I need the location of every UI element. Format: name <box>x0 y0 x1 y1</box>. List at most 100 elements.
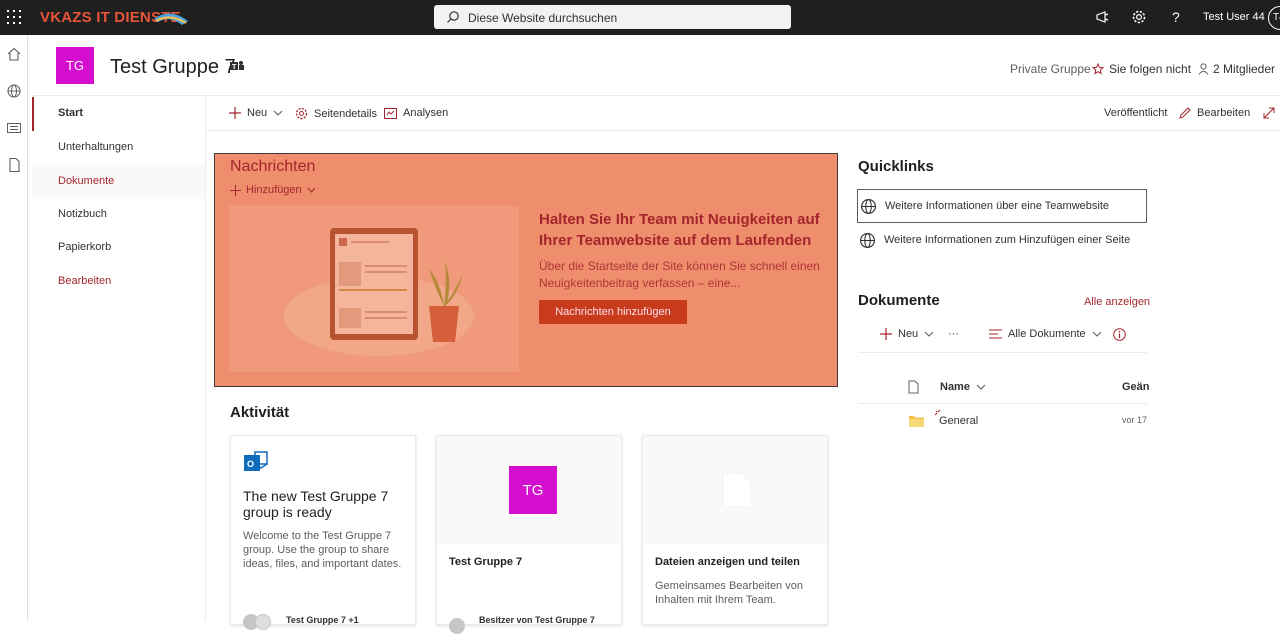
news-webpart[interactable]: Nachrichten Hinzufügen Halten Sie Ihr Te… <box>214 153 838 387</box>
edit-page-label: Bearbeiten <box>1197 107 1251 119</box>
search-icon <box>447 11 459 23</box>
expand-icon[interactable] <box>1263 107 1275 119</box>
card-avatar <box>449 618 465 634</box>
news-add-label: Hinzufügen <box>246 184 302 196</box>
card-avatars <box>243 614 273 630</box>
tablet-plant-illustration <box>284 228 474 356</box>
file-type-icon <box>908 380 919 394</box>
user-avatar[interactable]: T4 <box>1268 6 1280 30</box>
globe-icon <box>861 198 876 214</box>
nav-item-papierkorb[interactable]: Papierkorb <box>32 231 205 265</box>
activity-card-files[interactable]: Dateien anzeigen und teilen Gemeinsames … <box>642 435 828 625</box>
command-bar: Neu Seitendetails Analysen Veröffentlich… <box>206 96 1280 131</box>
quicklink-item[interactable]: Weitere Informationen über eine Teamwebs… <box>857 189 1147 223</box>
svg-text:O: O <box>247 459 254 469</box>
members-label: 2 Mitglieder <box>1213 62 1276 76</box>
search-box[interactable]: Diese Website durchsuchen <box>434 5 791 29</box>
follow-button[interactable]: Sie folgen nicht <box>1092 62 1191 76</box>
site-navigation: Start Unterhaltungen Dokumente Notizbuch… <box>32 96 206 621</box>
site-title[interactable]: Test Gruppe 7 <box>110 56 236 79</box>
news-add-button[interactable]: Hinzufügen <box>230 184 316 196</box>
edit-page-button[interactable]: Bearbeiten <box>1179 107 1250 119</box>
privacy-label: Private Gruppe <box>1010 62 1091 76</box>
quicklinks-title: Quicklinks <box>858 158 934 175</box>
chevron-down-icon <box>1092 331 1102 337</box>
new-label: Neu <box>247 107 268 119</box>
teams-icon[interactable]: T <box>230 60 244 72</box>
globe-icon <box>860 232 875 248</box>
plus-icon <box>880 328 892 340</box>
card-body: Gemeinsames Bearbeiten von Inhalten mit … <box>655 580 803 606</box>
nav-edit-link[interactable]: Bearbeiten <box>32 265 205 299</box>
news-icon[interactable] <box>6 120 22 136</box>
app-bar <box>0 35 28 621</box>
members-button[interactable]: 2 Mitglieder <box>1198 62 1275 76</box>
card-image-area <box>643 436 827 544</box>
folder-icon <box>909 416 924 427</box>
quicklink-label: Weitere Informationen über eine Teamwebs… <box>885 200 1109 212</box>
view-label: Alle Dokumente <box>1008 328 1086 340</box>
analytics-label: Analysen <box>403 107 449 119</box>
news-illustration <box>229 206 519 372</box>
gear-icon[interactable] <box>1131 9 1147 25</box>
nav-item-unterhaltungen[interactable]: Unterhaltungen <box>32 131 205 165</box>
activity-card-welcome[interactable]: O The new Test Gruppe 7 group is ready W… <box>230 435 416 630</box>
quicklink-label: Weitere Informationen zum Hinzufügen ein… <box>884 234 1131 246</box>
analytics-button[interactable]: Analysen <box>384 107 448 119</box>
user-name[interactable]: Test User 44 <box>1203 11 1265 23</box>
chevron-down-icon <box>976 384 986 390</box>
brand-swoosh-icon <box>154 13 188 25</box>
divider <box>858 352 1147 353</box>
chevron-down-icon <box>924 331 934 337</box>
outlook-group-icon: O <box>244 451 268 471</box>
globe-icon[interactable] <box>6 83 22 99</box>
suite-header: VKAZS IT DIENSTE Diese Website durchsuch… <box>0 0 1280 35</box>
card-footer: Besitzer von Test Gruppe 7 <box>479 615 595 625</box>
column-header-modified[interactable]: Geän <box>1122 381 1150 393</box>
published-status: Veröffentlicht <box>1104 107 1168 119</box>
page-details-button[interactable]: Seitendetails <box>295 107 377 120</box>
see-all-link[interactable]: Alle anzeigen <box>1084 296 1150 308</box>
file-name[interactable]: General <box>939 415 978 427</box>
star-icon <box>1092 63 1104 75</box>
nav-item-dokumente[interactable]: Dokumente <box>32 165 205 199</box>
activity-card-group[interactable]: TG Test Gruppe 7 Besitzer von Test Grupp… <box>436 435 622 634</box>
news-body: Über die Startseite der Site können Sie … <box>539 259 820 290</box>
card-footer: Test Gruppe 7 +1 <box>286 615 359 625</box>
site-logo[interactable]: TG <box>56 47 94 84</box>
news-heading: Halten Sie Ihr Team mit Neuigkeiten auf … <box>539 211 820 249</box>
search-placeholder: Diese Website durchsuchen <box>468 11 618 25</box>
site-header: TG Test Gruppe 7 T Private Gruppe Sie fo… <box>32 35 1280 96</box>
news-title: Nachrichten <box>230 158 316 175</box>
column-header-name[interactable]: Name <box>940 381 986 393</box>
analytics-icon <box>384 107 397 119</box>
documents-title: Dokumente <box>858 292 940 309</box>
page-details-label: Seitendetails <box>314 107 377 120</box>
home-icon[interactable] <box>6 46 22 62</box>
more-options-button[interactable]: ··· <box>948 328 959 340</box>
table-row[interactable]: General vor 17 <box>858 403 1147 437</box>
info-icon[interactable] <box>1113 328 1126 341</box>
help-icon[interactable]: ? <box>1168 9 1184 25</box>
card-title: Test Gruppe 7 <box>449 556 523 568</box>
doc-new-button[interactable]: Neu <box>880 328 934 340</box>
plus-icon <box>230 184 241 196</box>
blank-document-icon <box>722 472 752 508</box>
settings-icon <box>295 107 308 120</box>
svg-text:T: T <box>232 64 237 71</box>
add-news-button[interactable]: Nachrichten hinzufügen <box>539 300 687 324</box>
new-button[interactable]: Neu <box>229 107 283 119</box>
quicklink-item[interactable]: Weitere Informationen zum Hinzufügen ein… <box>857 223 1147 257</box>
nav-item-notizbuch[interactable]: Notizbuch <box>32 198 205 232</box>
card-title: Dateien anzeigen und teilen <box>655 556 800 568</box>
megaphone-icon[interactable] <box>1095 9 1111 25</box>
nav-item-start[interactable]: Start <box>32 97 205 131</box>
activity-title: Aktivität <box>230 404 290 421</box>
chevron-down-icon <box>273 110 283 116</box>
view-selector[interactable]: Alle Dokumente <box>989 328 1102 340</box>
chevron-down-icon <box>307 187 316 193</box>
plus-icon <box>229 107 241 119</box>
document-icon[interactable] <box>6 157 22 173</box>
card-image-area: TG <box>437 436 621 544</box>
app-launcher-icon[interactable] <box>7 10 21 24</box>
